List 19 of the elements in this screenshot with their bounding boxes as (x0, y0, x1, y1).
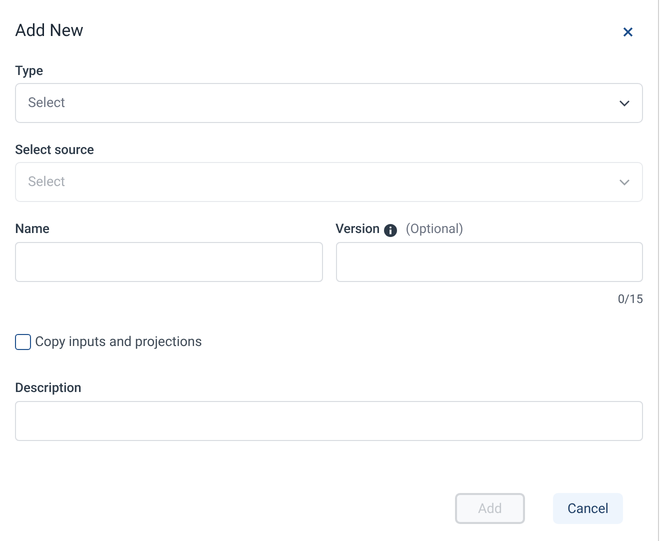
info-icon[interactable] (384, 224, 397, 236)
type-select[interactable]: Select (15, 83, 643, 123)
close-icon[interactable] (623, 27, 633, 37)
field-label: Type (15, 63, 44, 81)
field-label: Select source (15, 142, 95, 160)
dialog-title: Add New (15, 20, 84, 44)
field-label: Name (15, 221, 51, 239)
version-input[interactable] (336, 242, 643, 282)
chevron-down-icon (619, 100, 630, 106)
field-label: Description (15, 380, 82, 398)
field-label: Version (336, 221, 380, 240)
checkbox-label: Copy inputs and projections (35, 333, 202, 352)
character-counter: 0/15 (618, 291, 643, 308)
optional-hint: (Optional) (406, 221, 464, 240)
cancel-button[interactable]: Cancel (553, 493, 623, 524)
name-input[interactable] (15, 242, 322, 282)
chevron-down-icon (619, 178, 630, 186)
checkbox[interactable] (15, 334, 31, 350)
description-input[interactable] (15, 401, 643, 442)
